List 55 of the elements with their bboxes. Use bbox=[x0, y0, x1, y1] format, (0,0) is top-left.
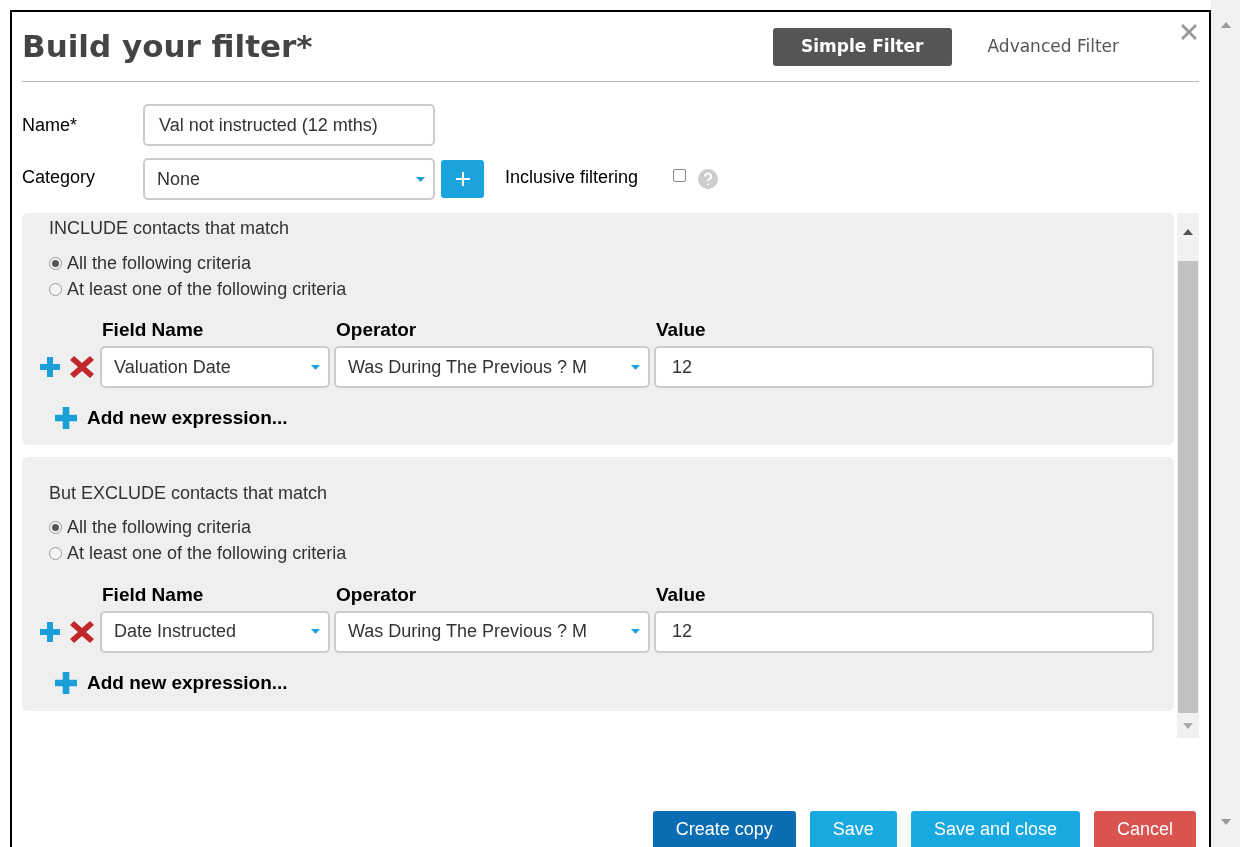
radio-label: At least one of the following criteria bbox=[67, 542, 347, 565]
category-label: Category bbox=[22, 165, 97, 189]
filter-tab[interactable]: Advanced Filter bbox=[959, 27, 1147, 66]
radio-label: All the following criteria bbox=[67, 251, 252, 275]
column-heading: Field Name bbox=[102, 582, 205, 607]
dialog-button[interactable]: Cancel bbox=[1093, 811, 1196, 847]
add-category-button[interactable] bbox=[441, 160, 484, 198]
column-heading: Value bbox=[656, 318, 706, 342]
section-heading: INCLUDE contacts that match bbox=[49, 217, 291, 240]
section-heading: But EXCLUDE contacts that match bbox=[49, 481, 329, 505]
scroll-up-icon[interactable] bbox=[1183, 229, 1193, 235]
dialog-title: Build your filter* bbox=[22, 27, 313, 67]
radio-label: At least one of the following criteria bbox=[67, 277, 347, 301]
name-label: Name* bbox=[22, 113, 79, 137]
radio-label: All the following criteria bbox=[67, 516, 252, 539]
scrollbar[interactable] bbox=[1177, 213, 1199, 738]
column-heading: Value bbox=[656, 582, 706, 607]
value-field[interactable]: 12 bbox=[654, 610, 1154, 653]
caret-icon bbox=[416, 176, 425, 182]
caret-icon bbox=[311, 364, 320, 370]
filter-tab[interactable]: Simple Filter bbox=[772, 27, 952, 66]
column-heading: Operator bbox=[336, 318, 418, 342]
plus-icon bbox=[455, 172, 470, 186]
radio-button[interactable] bbox=[49, 256, 62, 270]
close-icon[interactable] bbox=[1181, 24, 1197, 40]
operator-select[interactable]: Was During The Previous ? M bbox=[334, 610, 650, 653]
inclusive-checkbox[interactable] bbox=[673, 168, 687, 182]
column-heading: Field Name bbox=[102, 318, 205, 342]
field-select[interactable]: Valuation Date bbox=[100, 346, 330, 388]
caret-icon bbox=[631, 364, 640, 370]
add-expression-link[interactable]: Add new expression... bbox=[87, 404, 288, 433]
operator-select[interactable]: Was During The Previous ? M bbox=[334, 346, 650, 388]
plus-icon[interactable] bbox=[55, 671, 77, 694]
add-expression-link[interactable]: Add new expression... bbox=[87, 668, 288, 697]
scroll-down-icon[interactable] bbox=[1183, 723, 1193, 729]
caret-icon bbox=[311, 629, 320, 634]
radio-button[interactable] bbox=[49, 282, 62, 296]
radio-button[interactable] bbox=[49, 521, 62, 534]
dialog-button[interactable]: Create copy bbox=[652, 811, 796, 847]
scroll-down-icon[interactable] bbox=[1220, 819, 1231, 825]
category-select[interactable]: None bbox=[143, 158, 435, 200]
inclusive-filtering-label: Inclusive filtering bbox=[505, 165, 639, 189]
caret-icon bbox=[631, 629, 640, 634]
plus-icon[interactable] bbox=[40, 621, 60, 642]
page-scrollbar[interactable] bbox=[1211, 0, 1240, 847]
delete-icon[interactable] bbox=[70, 356, 94, 378]
field-select[interactable]: Date Instructed bbox=[100, 610, 330, 653]
radio-button[interactable] bbox=[49, 547, 62, 560]
column-heading: Operator bbox=[336, 582, 418, 607]
delete-icon[interactable] bbox=[70, 620, 94, 643]
help-icon[interactable] bbox=[698, 169, 719, 189]
value-field[interactable]: 12 bbox=[654, 346, 1154, 388]
plus-icon[interactable] bbox=[40, 357, 60, 377]
name-field[interactable]: Val not instructed (12 mths) bbox=[143, 104, 435, 146]
plus-icon[interactable] bbox=[55, 407, 77, 430]
